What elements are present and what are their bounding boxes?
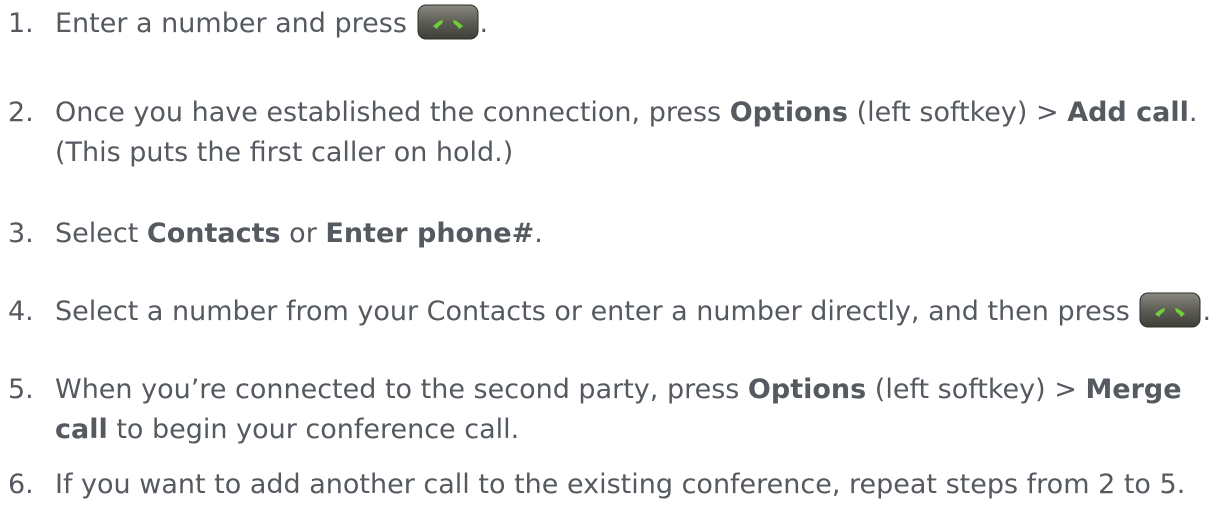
step-3: 3. Select Contacts or Enter phone#. <box>8 214 1218 254</box>
step-2: 2. Once you have established the connecti… <box>8 93 1218 173</box>
enter-phone-label: Enter phone# <box>325 218 535 249</box>
merge-label: Merge <box>1085 374 1182 405</box>
phone-call-key-icon <box>1139 292 1201 328</box>
step-number: 4. <box>8 296 34 327</box>
step-6: 6. If you want to add another call to the… <box>8 465 1218 505</box>
options-softkey-label: Options <box>747 374 867 405</box>
step-text: Select a number from your Contacts or en… <box>55 296 1139 327</box>
step-text: or <box>280 218 326 249</box>
step-number: 6. <box>8 469 34 500</box>
step-text: (left softkey) > <box>866 374 1086 405</box>
step-5: 5. When you’re connected to the second pa… <box>8 370 1218 450</box>
step-text: Select <box>55 218 147 249</box>
step-text: If you want to add another call to the e… <box>55 469 1186 500</box>
contacts-label: Contacts <box>146 218 281 249</box>
step-1: 1. Enter a number and press . <box>8 4 1218 44</box>
step-number: 5. <box>8 374 34 405</box>
step-note: (This puts the first caller on hold.) <box>55 137 514 168</box>
step-number: 3. <box>8 218 34 249</box>
step-text: Enter a number and press <box>55 8 416 39</box>
phone-call-key-icon <box>417 4 479 40</box>
step-text-end: . <box>479 8 489 39</box>
step-text-end: . <box>534 218 543 249</box>
options-softkey-label: Options <box>729 97 848 128</box>
step-text: When you’re connected to the second part… <box>55 374 748 405</box>
step-number: 2. <box>8 97 34 128</box>
step-4: 4. Select a number from your Contacts or … <box>8 292 1218 332</box>
step-number: 1. <box>8 8 34 39</box>
step-text-end: to begin your conference call. <box>107 414 520 445</box>
step-text-end: . <box>1202 296 1212 327</box>
step-text-end: . <box>1188 97 1198 128</box>
add-call-label: Add call <box>1067 97 1189 128</box>
merge-call-label: call <box>55 414 108 445</box>
step-text: (left softkey) > <box>847 97 1068 128</box>
step-text: Once you have established the connection… <box>55 97 730 128</box>
